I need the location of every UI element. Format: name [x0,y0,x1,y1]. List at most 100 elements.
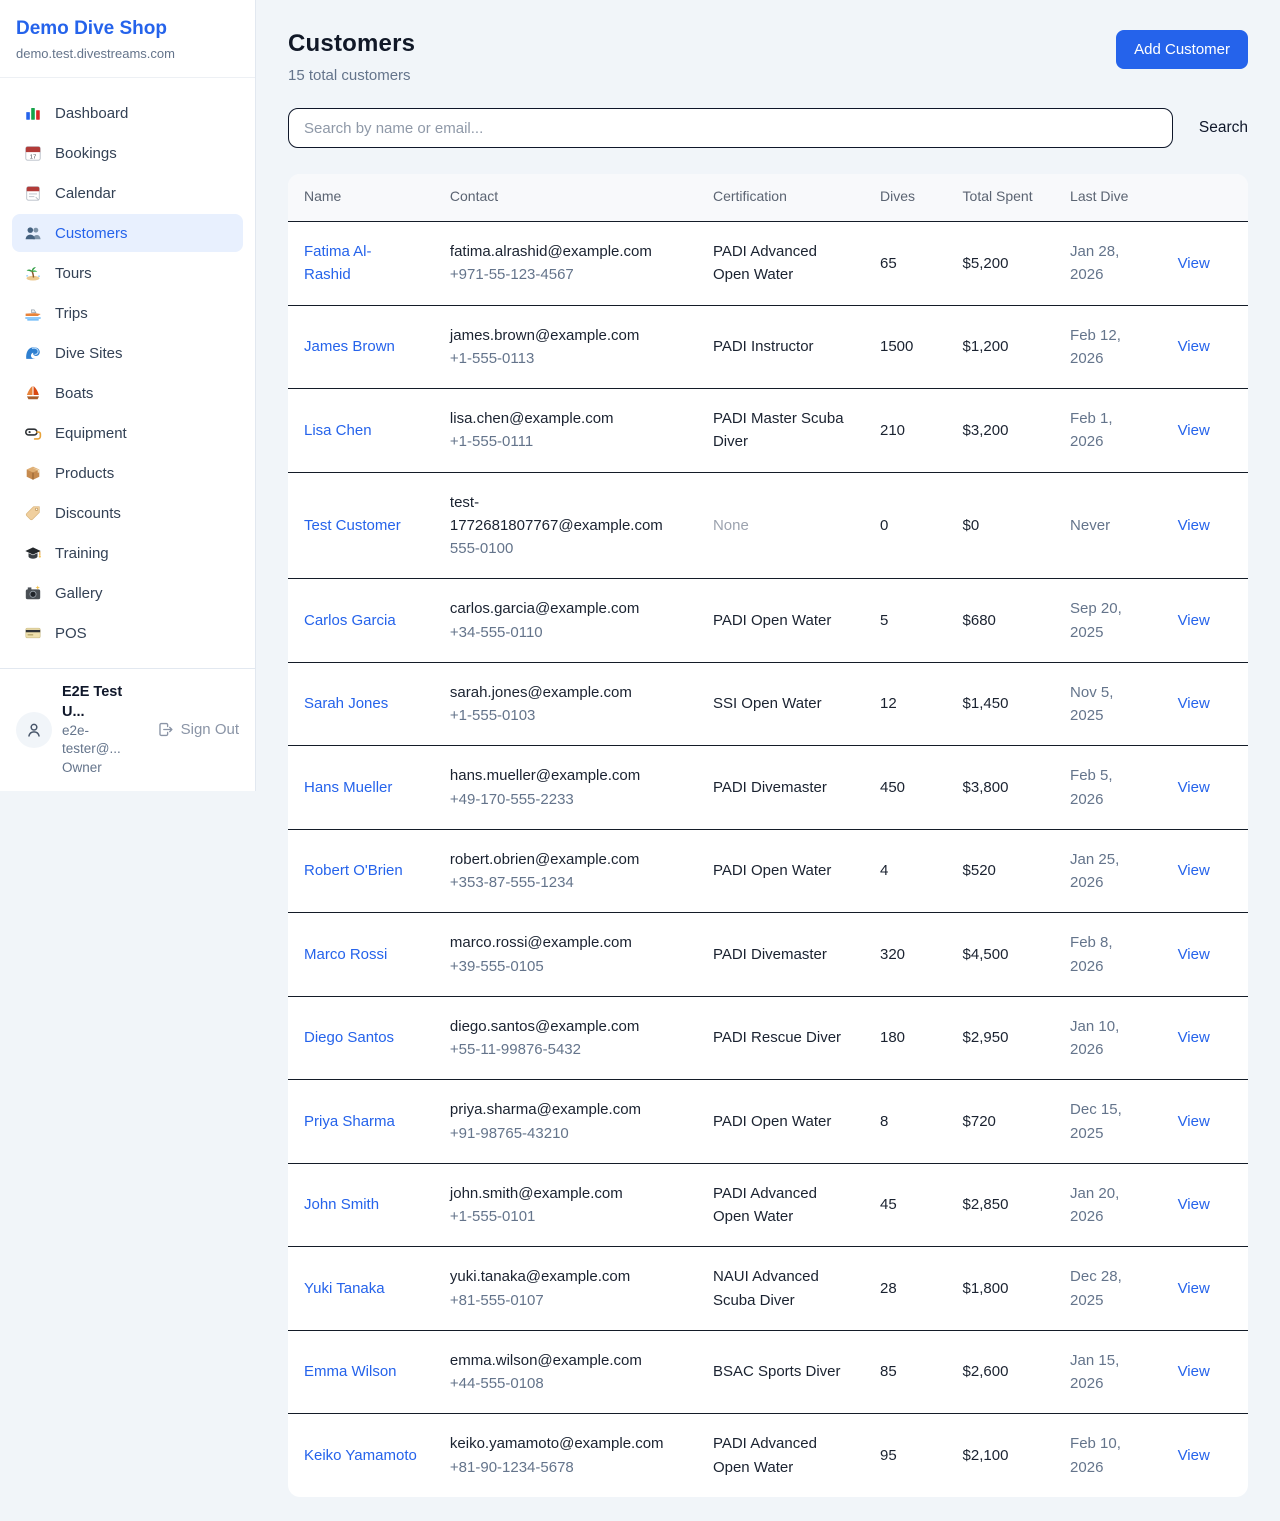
customer-certification: PADI Master Scuba Diver [697,389,864,473]
customer-email: john.smith@example.com [450,1182,681,1205]
customer-total-spent: $720 [947,1080,1055,1164]
table-row: Fatima Al-Rashid fatima.alrashid@example… [288,222,1248,306]
customer-name-link[interactable]: Carlos Garcia [304,612,396,629]
customer-total-spent: $4,500 [947,913,1055,997]
sidebar-item-boats[interactable]: Boats [12,374,243,412]
customer-name-link[interactable]: Diego Santos [304,1029,394,1046]
customer-name-link[interactable]: John Smith [304,1196,379,1213]
customer-certification: PADI Open Water [697,579,864,663]
view-link[interactable]: View [1178,1447,1210,1464]
view-link[interactable]: View [1178,779,1210,796]
page-title: Customers [288,30,415,58]
shop-name[interactable]: Demo Dive Shop [16,18,239,40]
sidebar-item-pos[interactable]: POS [12,614,243,652]
customer-name-link[interactable]: Keiko Yamamoto [304,1447,417,1464]
customer-last-dive: Feb 5, 2026 [1054,746,1162,830]
search-input[interactable] [288,108,1173,148]
table-header: NameContactCertificationDivesTotal Spent… [288,174,1248,222]
user-info: E2E Test U... e2e-tester@... Owner [62,683,147,777]
view-link[interactable]: View [1178,517,1210,534]
customer-email: emma.wilson@example.com [450,1349,681,1372]
view-link[interactable]: View [1178,1196,1210,1213]
sidebar-item-customers[interactable]: Customers [12,214,243,252]
customer-email: hans.mueller@example.com [450,764,681,787]
view-link[interactable]: View [1178,612,1210,629]
view-link[interactable]: View [1178,255,1210,272]
customer-name-link[interactable]: Lisa Chen [304,422,372,439]
view-link[interactable]: View [1178,338,1210,355]
customer-name-link[interactable]: Emma Wilson [304,1363,397,1380]
speedboat-icon [24,304,42,322]
customer-name-link[interactable]: Marco Rossi [304,946,387,963]
customer-total-spent: $2,950 [947,996,1055,1080]
sidebar-item-dashboard[interactable]: Dashboard [12,94,243,132]
view-link[interactable]: View [1178,862,1210,879]
sidebar-item-discounts[interactable]: Discounts [12,494,243,532]
customer-phone: +39-555-0105 [450,955,681,978]
customers-table: NameContactCertificationDivesTotal Spent… [288,174,1248,1497]
view-link[interactable]: View [1178,1113,1210,1130]
customer-dives: 65 [864,222,947,306]
customer-phone: 555-0100 [450,537,681,560]
avatar [16,712,52,748]
customer-name-link[interactable]: Test Customer [304,517,401,534]
sidebar-item-calendar[interactable]: Calendar [12,174,243,212]
sidebar-item-products[interactable]: Products [12,454,243,492]
view-link[interactable]: View [1178,1363,1210,1380]
sidebar-item-bookings[interactable]: 17Bookings [12,134,243,172]
sidebar-item-trips[interactable]: Trips [12,294,243,332]
bar-chart-icon [24,104,42,122]
column-header-total-spent: Total Spent [947,174,1055,222]
sidebar-item-training[interactable]: Training [12,534,243,572]
customer-phone: +1-555-0111 [450,430,681,453]
customer-last-dive: Feb 8, 2026 [1054,913,1162,997]
view-link[interactable]: View [1178,1280,1210,1297]
add-customer-button[interactable]: Add Customer [1116,30,1248,69]
sidebar-nav: Dashboard17Bookings Calendar CustomersTour… [0,78,255,668]
customer-name-link[interactable]: Yuki Tanaka [304,1280,385,1297]
customer-phone: +1-555-0113 [450,347,681,370]
table-row: John Smith john.smith@example.com +1-555… [288,1163,1248,1247]
customer-name-link[interactable]: Hans Mueller [304,779,392,796]
customer-last-dive: Feb 10, 2026 [1054,1414,1162,1497]
customer-name-link[interactable]: Sarah Jones [304,695,388,712]
sidebar-item-equipment[interactable]: Equipment [12,414,243,452]
customer-dives: 180 [864,996,947,1080]
customer-total-spent: $5,200 [947,222,1055,306]
customer-name-link[interactable]: Priya Sharma [304,1113,395,1130]
person-icon [24,720,44,740]
customer-dives: 210 [864,389,947,473]
table-row: Hans Mueller hans.mueller@example.com +4… [288,746,1248,830]
customer-last-dive: Feb 12, 2026 [1054,305,1162,389]
sidebar-item-dive-sites[interactable]: Dive Sites [12,334,243,372]
customer-dives: 95 [864,1414,947,1497]
customer-dives: 45 [864,1163,947,1247]
customer-email: keiko.yamamoto@example.com [450,1432,681,1455]
customer-name-link[interactable]: James Brown [304,338,395,355]
sidebar-item-label: Products [55,465,114,482]
sign-out-button[interactable]: Sign Out [157,721,239,738]
sidebar-item-tours[interactable]: Tours [12,254,243,292]
table-row: Test Customer test-1772681807767@example… [288,472,1248,579]
customer-name-link[interactable]: Fatima Al-Rashid [304,243,372,283]
table-row: Emma Wilson emma.wilson@example.com +44-… [288,1330,1248,1414]
customer-email: diego.santos@example.com [450,1015,681,1038]
tear-off-calendar-icon [24,184,42,202]
page-title-block: Customers 15 total customers [288,30,415,84]
customer-dives: 4 [864,829,947,913]
table-row: James Brown james.brown@example.com +1-5… [288,305,1248,389]
customer-email: robert.obrien@example.com [450,848,681,871]
customer-total-spent: $1,800 [947,1247,1055,1331]
search-button[interactable]: Search [1173,119,1248,137]
customer-name-link[interactable]: Robert O'Brien [304,862,403,879]
customer-email: priya.sharma@example.com [450,1098,681,1121]
customer-dives: 320 [864,913,947,997]
view-link[interactable]: View [1178,1029,1210,1046]
sidebar-item-label: Calendar [55,185,116,202]
sidebar-item-gallery[interactable]: Gallery [12,574,243,612]
view-link[interactable]: View [1178,422,1210,439]
customer-last-dive: Feb 1, 2026 [1054,389,1162,473]
view-link[interactable]: View [1178,946,1210,963]
view-link[interactable]: View [1178,695,1210,712]
customer-total-spent: $0 [947,472,1055,579]
